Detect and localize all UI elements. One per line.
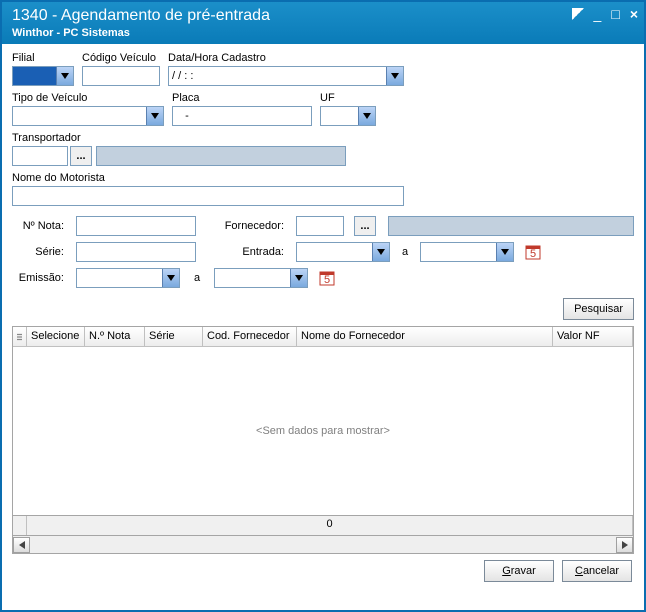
grid-header: Selecione N.º Nota Série Cod. Fornecedor… [13, 327, 633, 347]
col-serie[interactable]: Série [145, 327, 203, 347]
entrada-calendar-icon[interactable]: 5 [524, 242, 542, 262]
dropdown-icon[interactable] [290, 269, 307, 287]
data-hora-label: Data/Hora Cadastro [168, 52, 404, 64]
tipo-veiculo-combo[interactable] [12, 106, 164, 126]
tipo-veiculo-label: Tipo de Veículo [12, 92, 164, 104]
dropdown-icon[interactable] [386, 67, 403, 85]
grid-footer: 0 [12, 516, 634, 536]
entrada-de-combo[interactable] [296, 242, 390, 262]
codigo-veiculo-label: Código Veículo [82, 52, 160, 64]
app-window: 1340 - Agendamento de pré-entrada Wintho… [0, 0, 646, 612]
results-grid[interactable]: Selecione N.º Nota Série Cod. Fornecedor… [12, 326, 634, 516]
col-nome-fornecedor[interactable]: Nome do Fornecedor [297, 327, 553, 347]
maximize-button[interactable]: □ [611, 6, 619, 22]
fornecedor-name-display [388, 216, 634, 236]
data-hora-combo[interactable]: / / : : [168, 66, 404, 86]
placa-input[interactable] [172, 106, 312, 126]
emissao-label: Emissão: [12, 272, 68, 284]
cancelar-button[interactable]: Cancelar [562, 560, 632, 582]
edit-icon[interactable] [572, 8, 584, 20]
dropdown-icon[interactable] [372, 243, 389, 261]
serie-label: Série: [12, 246, 68, 258]
close-button[interactable]: × [630, 6, 638, 22]
minimize-button[interactable]: _ [594, 6, 602, 22]
dropdown-icon[interactable] [358, 107, 375, 125]
filial-label: Filial [12, 52, 74, 64]
codigo-veiculo-input[interactable] [82, 66, 160, 86]
emissao-de-combo[interactable] [76, 268, 180, 288]
uf-label: UF [320, 92, 376, 104]
n-nota-input[interactable] [76, 216, 196, 236]
transportador-lookup-button[interactable]: ... [70, 146, 92, 166]
col-valor-nf[interactable]: Valor NF [553, 327, 633, 347]
motorista-label: Nome do Motorista [12, 172, 634, 184]
window-controls: _ □ × [572, 6, 638, 22]
emissao-calendar-icon[interactable]: 5 [318, 268, 336, 288]
window-title: 1340 - Agendamento de pré-entrada [12, 6, 636, 26]
entrada-label: Entrada: [204, 246, 288, 258]
entrada-a-label: a [398, 246, 412, 258]
col-selecione[interactable]: Selecione [27, 327, 85, 347]
dropdown-icon[interactable] [162, 269, 179, 287]
fornecedor-input[interactable] [296, 216, 344, 236]
transportador-input[interactable] [12, 146, 68, 166]
transportador-name-display [96, 146, 346, 166]
motorista-input[interactable] [12, 186, 404, 206]
grid-handle-icon[interactable] [13, 327, 27, 347]
grid-horizontal-scrollbar[interactable] [12, 536, 634, 554]
scroll-left-icon[interactable] [13, 537, 30, 553]
titlebar: 1340 - Agendamento de pré-entrada Wintho… [2, 2, 644, 44]
fornecedor-lookup-button[interactable]: ... [354, 216, 376, 236]
transportador-label: Transportador [12, 132, 634, 144]
n-nota-label: Nº Nota: [12, 220, 68, 232]
entrada-ate-combo[interactable] [420, 242, 514, 262]
dropdown-icon[interactable] [146, 107, 163, 125]
form-body: Filial Código Veículo Data/Hora Cadastro… [2, 44, 644, 610]
col-n-nota[interactable]: N.º Nota [85, 327, 145, 347]
emissao-ate-combo[interactable] [214, 268, 308, 288]
scroll-right-icon[interactable] [616, 537, 633, 553]
dropdown-icon[interactable] [496, 243, 513, 261]
filial-combo[interactable] [12, 66, 74, 86]
dropdown-icon[interactable] [56, 67, 73, 85]
col-cod-fornecedor[interactable]: Cod. Fornecedor [203, 327, 297, 347]
uf-combo[interactable] [320, 106, 376, 126]
pesquisar-button[interactable]: Pesquisar [563, 298, 634, 320]
gravar-button[interactable]: Gravar [484, 560, 554, 582]
svg-text:5: 5 [530, 248, 536, 260]
serie-input[interactable] [76, 242, 196, 262]
window-subtitle: Winthor - PC Sistemas [12, 26, 636, 40]
svg-text:5: 5 [324, 274, 330, 286]
grid-empty-text: <Sem dados para mostrar> [13, 347, 633, 515]
grid-footer-value: 0 [27, 516, 633, 535]
fornecedor-label: Fornecedor: [204, 220, 288, 232]
placa-label: Placa [172, 92, 312, 104]
emissao-a-label: a [188, 272, 206, 284]
